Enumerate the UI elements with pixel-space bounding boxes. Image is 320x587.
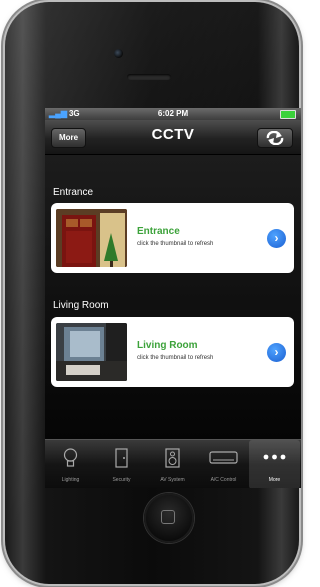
refresh-arrows-icon bbox=[266, 130, 284, 146]
chevron-right-icon[interactable]: › bbox=[267, 229, 286, 248]
tab-more[interactable]: More bbox=[249, 440, 300, 488]
camera-title-entrance: Entrance bbox=[137, 226, 180, 237]
status-bar: ▂▄▆ 3G 6:02 PM bbox=[45, 108, 301, 120]
lightbulb-icon bbox=[63, 448, 78, 467]
status-time: 6:02 PM bbox=[157, 109, 189, 118]
section-label-living-room: Living Room bbox=[53, 300, 109, 311]
air-conditioner-icon bbox=[209, 451, 238, 464]
camera-hint-entrance: click the thumbnail to refresh bbox=[137, 241, 214, 247]
refresh-button[interactable] bbox=[257, 128, 293, 148]
battery-icon bbox=[280, 110, 296, 119]
camera-card-living-room[interactable]: Living Room click the thumbnail to refre… bbox=[51, 317, 294, 387]
entrance-door-image bbox=[56, 209, 127, 267]
home-square-icon bbox=[161, 510, 175, 524]
tab-ac-control[interactable]: A/C Control bbox=[198, 440, 249, 488]
tab-security[interactable]: Security bbox=[96, 440, 147, 488]
more-dots-icon bbox=[263, 454, 286, 460]
navigation-bar: More CCTV bbox=[45, 120, 301, 155]
earpiece-speaker bbox=[127, 74, 171, 80]
entrance-thumbnail[interactable] bbox=[56, 209, 127, 267]
door-icon bbox=[115, 448, 128, 468]
tab-bar: Lighting Security AV System A/C Control bbox=[45, 439, 301, 488]
living-room-image bbox=[56, 323, 127, 381]
camera-card-entrance[interactable]: Entrance click the thumbnail to refresh … bbox=[51, 203, 294, 273]
camera-title-living-room: Living Room bbox=[137, 340, 198, 351]
tab-lighting[interactable]: Lighting bbox=[45, 440, 96, 488]
section-label-entrance: Entrance bbox=[53, 187, 94, 198]
app-screen: ▂▄▆ 3G 6:02 PM More CCTV Entrance Entran… bbox=[45, 108, 301, 488]
front-camera bbox=[114, 49, 123, 58]
living-room-thumbnail[interactable] bbox=[56, 323, 127, 381]
camera-hint-living-room: click the thumbnail to refresh bbox=[137, 355, 214, 361]
speaker-icon bbox=[165, 448, 180, 468]
chevron-right-icon[interactable]: › bbox=[267, 343, 286, 362]
tab-av-system[interactable]: AV System bbox=[147, 440, 198, 488]
home-button[interactable] bbox=[144, 493, 194, 543]
cctv-list: Entrance Entrance click the thumbnail to… bbox=[45, 155, 301, 439]
